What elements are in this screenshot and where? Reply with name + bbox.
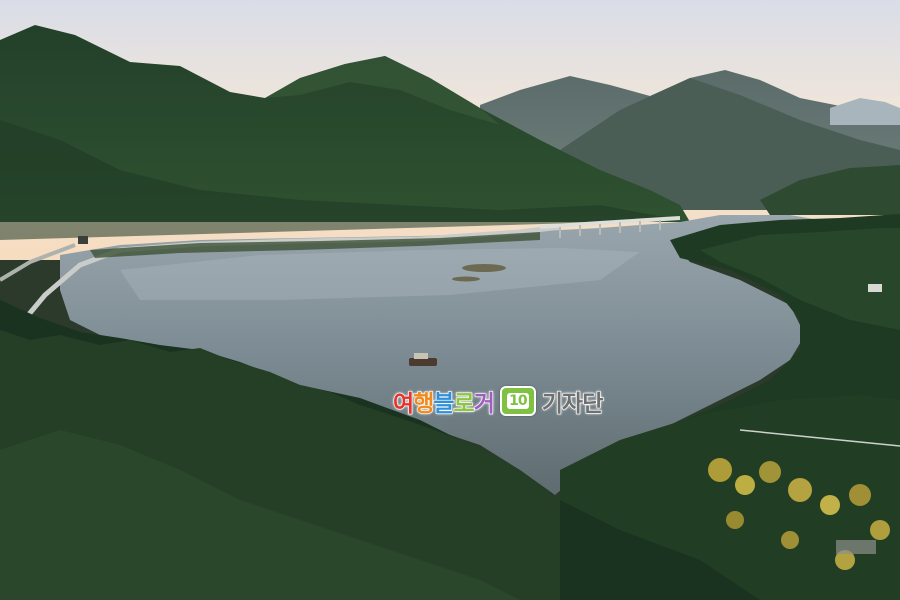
tunnel-portal [78,236,88,244]
landscape-photo: 여 행 블 로 거 10 기 자 단 [0,0,900,600]
watermark-letter: 행 [413,390,435,417]
watermark-badge-number: 10 [507,393,529,409]
watermark-suffix-letter: 기 [541,390,563,417]
watermark-letter: 로 [453,390,475,417]
boat-cabin [414,353,428,359]
watermark-suffix-letter: 자 [561,390,583,417]
watermark-letter: 여 [392,390,414,417]
islet [462,264,506,272]
house [868,284,882,292]
watermark-letter: 거 [473,390,495,417]
watermark-badge: 10 [499,386,536,416]
watermark-letter: 블 [433,390,455,417]
watermark-suffix-letter: 단 [582,390,604,417]
watermark-title: 여 행 블 로 거 [392,384,495,418]
islet-small [452,276,480,282]
house-lower [836,540,876,554]
watermark-suffix: 기 자 단 [541,384,604,418]
blog-watermark: 여 행 블 로 거 10 기 자 단 [392,384,604,418]
scene-illustration [0,0,900,600]
boat [409,358,437,366]
